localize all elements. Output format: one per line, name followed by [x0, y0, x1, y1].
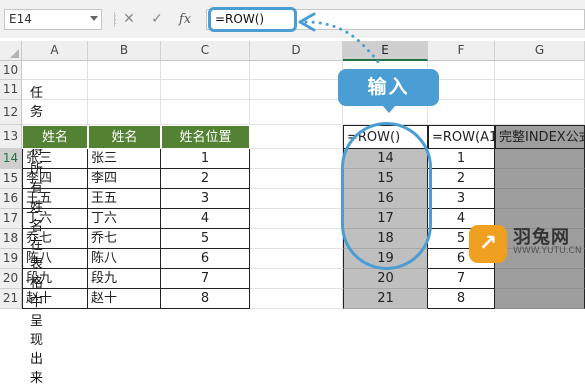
callout-badge: 输入	[338, 69, 439, 113]
index-formula-cell[interactable]	[495, 289, 585, 309]
highlight-oval	[341, 122, 432, 270]
row-value-cell[interactable]: 21	[343, 289, 428, 309]
row-a1-value-cell[interactable]: 8	[428, 289, 495, 309]
watermark: ↗ 羽兔网 WWW.YUTU.CN	[455, 219, 585, 275]
table-cell[interactable]: 8	[161, 289, 250, 309]
table-cell[interactable]: 赵十	[88, 289, 161, 309]
table-cell[interactable]: 赵十	[22, 289, 88, 309]
row-header-21[interactable]: 21	[0, 289, 22, 309]
cell[interactable]	[250, 289, 343, 309]
yutu-logo-icon: ↗	[469, 225, 507, 263]
watermark-url: WWW.YUTU.CN	[513, 246, 582, 256]
